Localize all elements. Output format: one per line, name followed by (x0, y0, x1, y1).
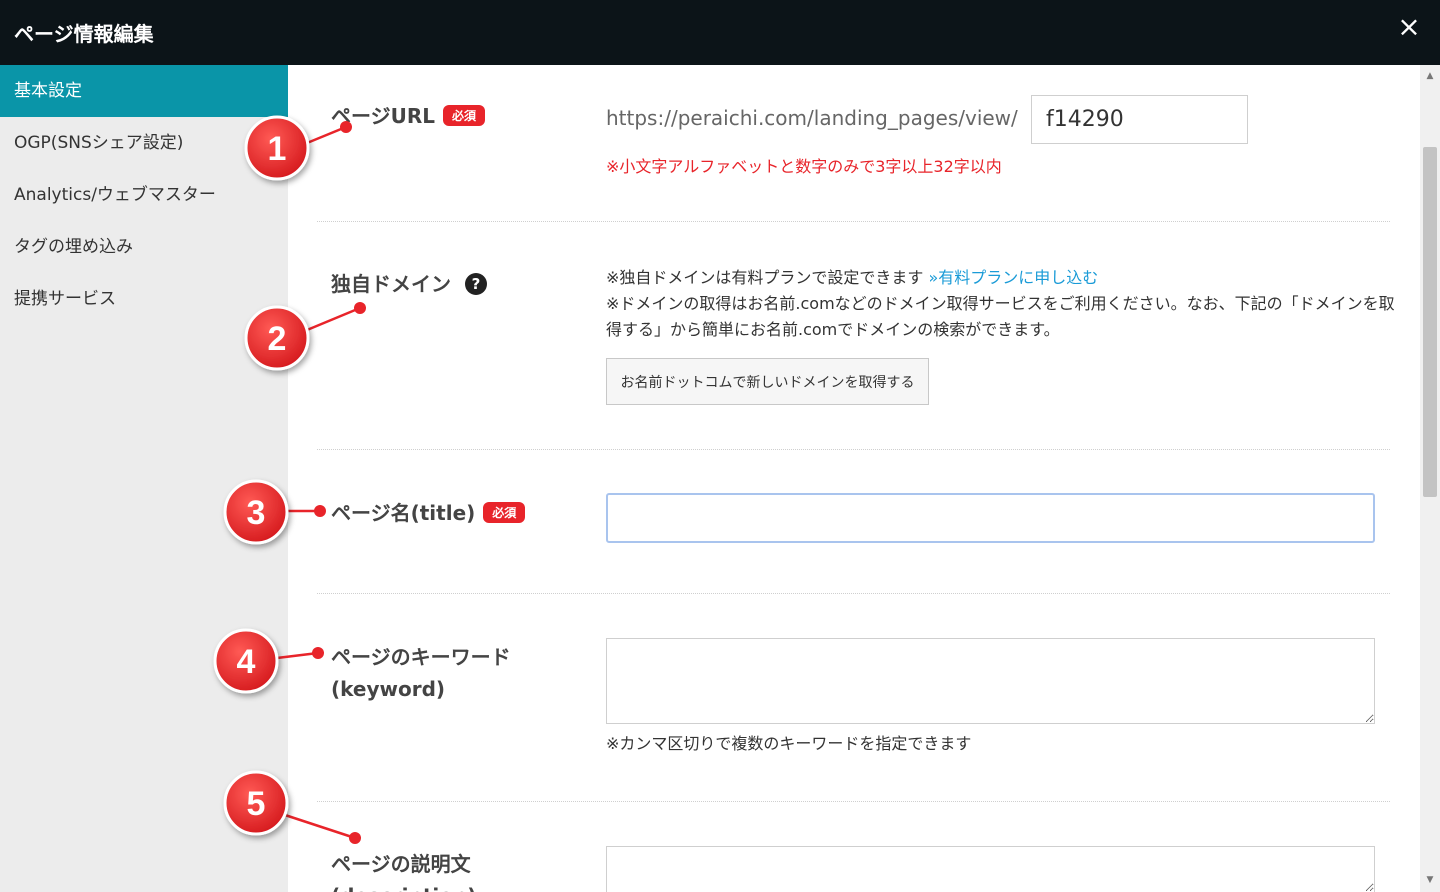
keyword-label-line1: ページのキーワード (331, 645, 511, 669)
description-label-line2: (description) (331, 880, 476, 892)
url-rule-note: ※小文字アルファベットと数字のみで3字以上32字以内 (606, 157, 1002, 176)
page-url-label: ページURL 必須 (331, 100, 486, 129)
section-divider (317, 449, 1390, 450)
domain-note: ※独自ドメインは有料プランで設定できます »有料プランに申し込む ※ドメインの取… (606, 265, 1395, 343)
custom-domain-label-text: 独自ドメイン (331, 272, 451, 296)
page-url-label-text: ページURL (331, 104, 435, 128)
sidebar-item-ogp[interactable]: OGP(SNSシェア設定) (0, 117, 288, 169)
sidebar-item-basic[interactable]: 基本設定 (0, 65, 288, 117)
description-textarea[interactable] (606, 846, 1375, 892)
keyword-label-line2: (keyword) (331, 677, 446, 701)
scroll-up-icon[interactable]: ▲ (1420, 67, 1440, 85)
sidebar-item-partners[interactable]: 提携サービス (0, 273, 288, 325)
keyword-note: ※カンマ区切りで複数のキーワードを指定できます (606, 734, 972, 753)
domain-note-line1: ※独自ドメインは有料プランで設定できます »有料プランに申し込む (606, 265, 1395, 291)
section-divider (317, 221, 1390, 222)
upgrade-plan-link[interactable]: »有料プランに申し込む (929, 268, 1099, 287)
description-label-line1: ページの説明文 (331, 852, 471, 876)
domain-note-line3: 得する」から簡単にお名前.comでドメインの検索ができます。 (606, 320, 1060, 339)
sidebar: 基本設定 OGP(SNSシェア設定) Analytics/ウェブマスター タグの… (0, 65, 288, 892)
scrollbar[interactable]: ▲ ▼ (1420, 65, 1440, 892)
page-title-label: ページ名(title) 必須 (331, 497, 526, 526)
page-title-label-text: ページ名(title) (331, 501, 476, 525)
keyword-label: ページのキーワード (keyword) (331, 641, 511, 705)
settings-panel (288, 65, 1418, 892)
page-title-input[interactable] (606, 493, 1375, 543)
required-badge: 必須 (443, 105, 486, 126)
modal-title: ページ情報編集 (14, 22, 154, 46)
section-divider (317, 801, 1390, 802)
scrollbar-thumb[interactable] (1423, 147, 1437, 497)
help-icon[interactable]: ? (465, 272, 487, 295)
scroll-down-icon[interactable]: ▼ (1420, 871, 1440, 889)
custom-domain-label: 独自ドメイン? (331, 268, 487, 297)
page-url-input[interactable] (1031, 95, 1248, 144)
sidebar-item-analytics[interactable]: Analytics/ウェブマスター (0, 169, 288, 221)
close-icon[interactable]: × (1394, 12, 1424, 42)
modal-header: ページ情報編集 × (0, 0, 1440, 65)
section-divider (317, 593, 1390, 594)
url-prefix: https://peraichi.com/landing_pages/view/ (606, 106, 1018, 130)
domain-note-text: ※独自ドメインは有料プランで設定できます (606, 268, 924, 287)
description-label: ページの説明文 (description) (331, 848, 476, 892)
sidebar-item-tags[interactable]: タグの埋め込み (0, 221, 288, 273)
required-badge: 必須 (483, 502, 526, 523)
get-domain-button[interactable]: お名前ドットコムで新しいドメインを取得する (606, 358, 929, 405)
domain-note-line2: ※ドメインの取得はお名前.comなどのドメイン取得サービスをご利用ください。なお… (606, 294, 1395, 313)
keyword-textarea[interactable] (606, 638, 1375, 724)
